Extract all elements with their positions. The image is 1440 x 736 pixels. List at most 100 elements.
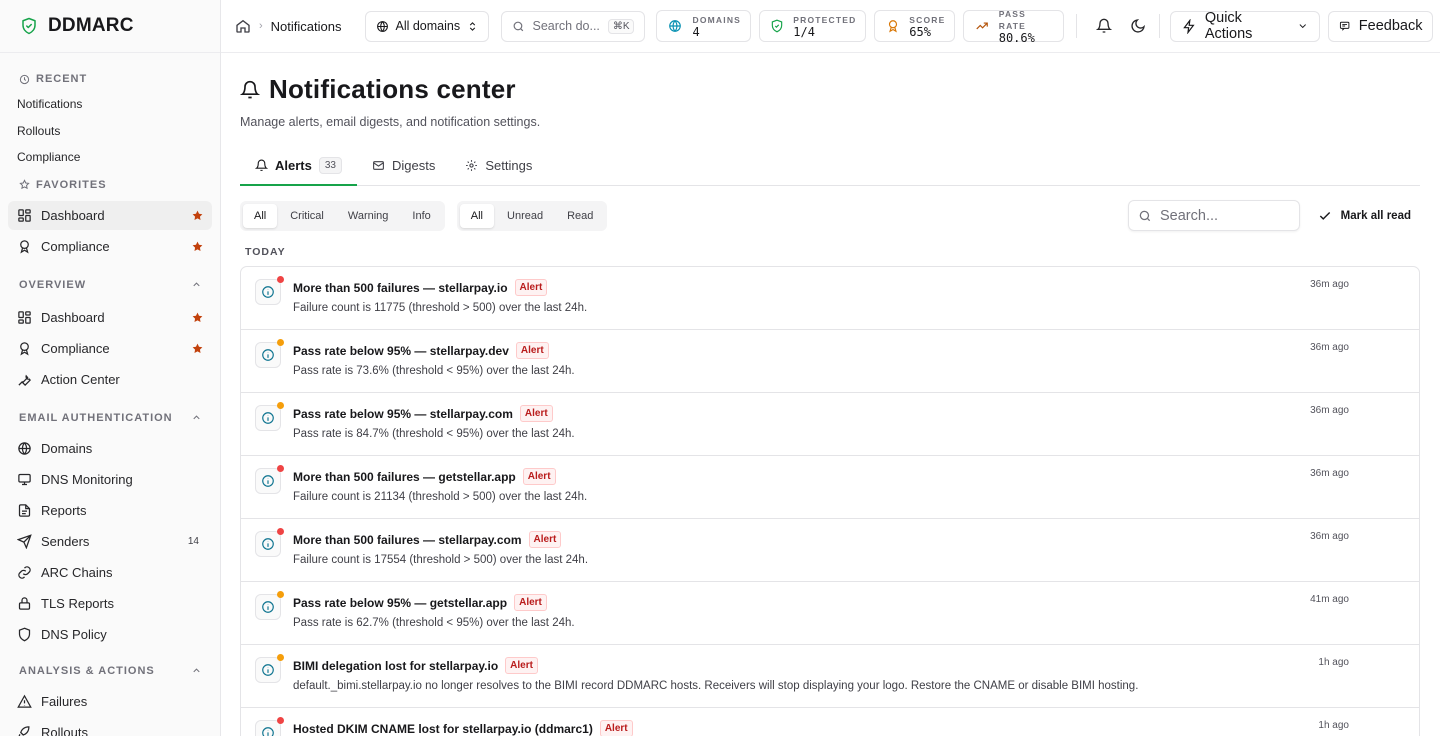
search-shortcut: ⌘K — [607, 18, 635, 34]
severity-filter-critical[interactable]: Critical — [279, 204, 335, 228]
star-filled-icon[interactable] — [191, 240, 204, 253]
favorite-item-dashboard[interactable]: Dashboard — [8, 200, 212, 230]
brand[interactable]: DDMARC — [0, 0, 220, 53]
overview-header[interactable]: OVERVIEW — [0, 273, 220, 297]
page-title: Notifications center — [240, 74, 1420, 105]
sidebar-item-tls-reports[interactable]: TLS Reports — [8, 589, 212, 618]
star-filled-icon[interactable] — [191, 342, 204, 355]
stat-value: 80.6% — [998, 31, 1035, 45]
alert-title-text: Pass rate below 95% — getstellar.app — [293, 595, 508, 610]
alert-description: Pass rate is 73.6% (threshold < 95%) ove… — [293, 365, 575, 377]
quick-actions-button[interactable]: Quick Actions — [1170, 10, 1321, 42]
domain-select-value: All domains — [395, 19, 461, 33]
stat-domains[interactable]: DOMAINS 4 — [656, 10, 752, 42]
alert-tag: Alert — [514, 594, 547, 611]
theme-toggle-moon-icon[interactable] — [1121, 10, 1155, 42]
unread-dot — [277, 654, 284, 661]
alerts-search-input[interactable]: Search... — [1128, 200, 1300, 231]
sidebar-item-label: Senders — [41, 533, 90, 549]
star-filled-icon[interactable] — [191, 209, 204, 222]
page-title-text: Notifications center — [269, 74, 516, 104]
alert-row[interactable]: BIMI delegation lost for stellarpay.io Al… — [241, 645, 1419, 708]
tab-label: Alerts — [275, 158, 312, 173]
sidebar-item-label: Compliance — [41, 340, 110, 356]
sidebar-item-action-center[interactable]: Action Center — [8, 365, 212, 394]
email-auth-header[interactable]: EMAIL AUTHENTICATION — [0, 406, 220, 430]
alert-row[interactable]: Pass rate below 95% — stellarpay.dev Aler… — [241, 330, 1419, 393]
wrench-icon — [18, 374, 31, 386]
stat-value: 65% — [909, 25, 931, 39]
divider — [1076, 14, 1078, 38]
chevron-up-icon[interactable] — [191, 279, 202, 290]
stat-value: 4 — [692, 25, 700, 39]
unread-dot — [277, 465, 284, 472]
alert-description: Pass rate is 62.7% (threshold < 95%) ove… — [293, 617, 575, 629]
read-filter-all[interactable]: All — [459, 203, 495, 228]
sidebar-item-dns-policy[interactable]: DNS Policy — [8, 620, 212, 649]
severity-filter-info[interactable]: Info — [401, 204, 441, 228]
alert-triangle-icon — [17, 694, 32, 708]
tab-alerts[interactable]: Alerts 33 — [240, 146, 357, 186]
alert-title: BIMI delegation lost for stellarpay.io Al… — [293, 657, 538, 674]
sidebar-item-senders[interactable]: Senders 14 — [8, 527, 212, 556]
sidebar-item-compliance[interactable]: Compliance — [8, 334, 212, 363]
chevron-up-icon[interactable] — [191, 665, 202, 676]
sidebar-item-rollouts[interactable]: Rollouts — [8, 718, 212, 736]
message-icon — [1340, 21, 1350, 31]
home-icon[interactable] — [235, 18, 251, 34]
read-filter-unread[interactable]: Unread — [496, 204, 554, 228]
search-icon — [1139, 210, 1151, 221]
alert-time: 36m ago — [1310, 531, 1349, 542]
favorite-item-compliance[interactable]: Compliance — [8, 232, 212, 261]
stat-protected[interactable]: PROTECTED 1/4 — [759, 10, 867, 42]
bell-icon[interactable] — [1087, 10, 1121, 42]
star-filled-icon[interactable] — [191, 311, 204, 324]
email-auth-header-label: EMAIL AUTHENTICATION — [19, 411, 173, 424]
feedback-button[interactable]: Feedback — [1328, 10, 1434, 42]
sidebar-item-arc-chains[interactable]: ARC Chains — [8, 558, 212, 587]
alert-row[interactable]: More than 500 failures — stellarpay.com A… — [241, 519, 1419, 582]
check-icon — [1319, 211, 1330, 220]
recent-item-notifications[interactable]: Notifications — [0, 91, 220, 118]
alert-title-text: Hosted DKIM CNAME lost for stellarpay.io… — [293, 721, 593, 736]
alert-description: default._bimi.stellarpay.io no longer re… — [293, 680, 1139, 692]
alert-description: Failure count is 21134 (threshold > 500)… — [293, 491, 588, 503]
alert-row[interactable]: More than 500 failures — stellarpay.io Al… — [241, 267, 1419, 330]
chevron-up-icon[interactable] — [191, 412, 202, 423]
global-search[interactable]: Search do... ⌘K — [501, 10, 646, 42]
recent-item-rollouts[interactable]: Rollouts — [0, 118, 220, 145]
sidebar-item-reports[interactable]: Reports — [8, 496, 212, 525]
alerts-search-placeholder: Search... — [1160, 207, 1219, 224]
analysis-header[interactable]: ANALYSIS & ACTIONS — [0, 659, 220, 683]
severity-filter-all[interactable]: All — [243, 203, 278, 228]
sidebar-item-dashboard[interactable]: Dashboard — [8, 303, 212, 332]
unread-dot — [277, 591, 284, 598]
tab-digests[interactable]: Digests — [357, 146, 450, 185]
alert-row[interactable]: More than 500 failures — getstellar.app A… — [241, 456, 1419, 519]
sidebar-item-label: Dashboard — [41, 309, 105, 325]
feedback-label: Feedback — [1358, 18, 1423, 34]
overview-header-label: OVERVIEW — [19, 278, 87, 291]
stat-score[interactable]: SCORE 65% — [874, 10, 956, 42]
dashboard-icon — [18, 208, 31, 222]
tab-settings[interactable]: Settings — [450, 146, 547, 185]
severity-filter: All Critical Warning Info — [240, 200, 445, 231]
stat-pass-rate[interactable]: PASS RATE 80.6% — [963, 9, 1065, 45]
severity-filter-warning[interactable]: Warning — [337, 204, 400, 228]
alert-description: Failure count is 11775 (threshold > 500)… — [293, 302, 588, 314]
recent-item-compliance[interactable]: Compliance — [0, 144, 220, 171]
sidebar-item-dns-monitoring[interactable]: DNS Monitoring — [8, 465, 212, 494]
domain-select[interactable]: All domains — [365, 10, 490, 42]
info-icon — [255, 468, 281, 494]
sidebar-item-domains[interactable]: Domains — [8, 434, 212, 463]
alert-title-text: Pass rate below 95% — stellarpay.com — [293, 406, 513, 421]
read-filter-read[interactable]: Read — [556, 204, 604, 228]
mark-all-read-button[interactable]: Mark all read — [1309, 200, 1420, 231]
alert-row[interactable]: Hosted DKIM CNAME lost for stellarpay.io… — [241, 708, 1419, 736]
alert-row[interactable]: Pass rate below 95% — getstellar.app Aler… — [241, 582, 1419, 645]
clock-icon — [19, 74, 30, 84]
breadcrumb-chevron-icon: › — [259, 20, 263, 32]
alert-row[interactable]: Pass rate below 95% — stellarpay.com Aler… — [241, 393, 1419, 456]
sidebar-item-failures[interactable]: Failures — [8, 687, 212, 716]
sidebar-item-label: TLS Reports — [41, 595, 114, 611]
